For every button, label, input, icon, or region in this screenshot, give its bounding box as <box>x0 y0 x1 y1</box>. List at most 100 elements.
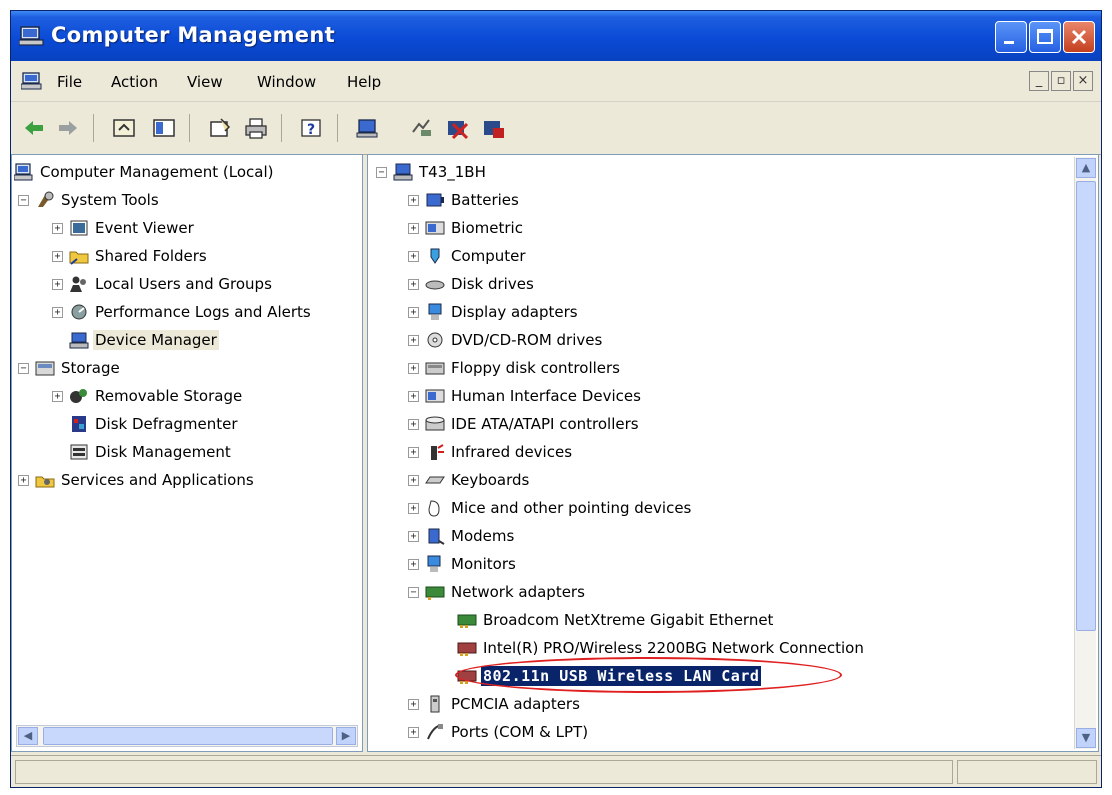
tree-item-computer-management[interactable]: Computer Management (Local) <box>14 159 276 185</box>
expand-toggle[interactable]: + <box>408 250 419 262</box>
scroll-right-arrow-icon[interactable]: ▶ <box>336 727 356 745</box>
scroll-thumb[interactable] <box>43 727 333 745</box>
menu-action[interactable]: Action <box>111 73 158 91</box>
tree-item-shared-folders[interactable]: + Shared Folders <box>52 243 209 269</box>
tree-item-modems[interactable]: + Modems <box>408 523 516 549</box>
minimize-icon <box>1004 41 1014 44</box>
tree-label: Performance Logs and Alerts <box>95 303 311 321</box>
show-hide-tree-icon[interactable] <box>151 116 177 140</box>
tree-item-disk-defragmenter[interactable]: Disk Defragmenter <box>69 411 240 437</box>
tree-item-dvd-cd-rom-drives[interactable]: + DVD/CD-ROM drives <box>408 327 604 353</box>
collapse-toggle[interactable]: − <box>408 586 419 598</box>
properties-icon[interactable] <box>207 116 233 140</box>
expand-toggle[interactable]: + <box>52 390 63 402</box>
scan-hardware-icon[interactable] <box>355 116 381 140</box>
help-icon[interactable]: ? <box>299 116 325 140</box>
tree-item-removable-storage[interactable]: + Removable Storage <box>52 383 244 409</box>
minimize-button[interactable] <box>995 21 1027 53</box>
expand-toggle[interactable]: + <box>408 418 419 430</box>
scroll-thumb[interactable] <box>1076 181 1096 631</box>
expand-toggle[interactable]: + <box>408 306 419 318</box>
tree-item-pcmcia-adapters[interactable]: + PCMCIA adapters <box>408 691 582 717</box>
update-driver-icon[interactable] <box>409 116 435 140</box>
tree-item-computer-root[interactable]: − T43_1BH <box>376 159 488 185</box>
expand-toggle[interactable]: + <box>408 334 419 346</box>
tree-item-display-adapters[interactable]: + Display adapters <box>408 299 580 325</box>
up-icon[interactable] <box>111 116 137 140</box>
back-icon[interactable] <box>21 116 47 140</box>
disable-icon[interactable] <box>481 116 507 140</box>
network-card-icon <box>457 614 477 628</box>
expand-toggle[interactable]: + <box>52 222 63 234</box>
collapse-toggle[interactable]: − <box>376 166 387 178</box>
tree-item-performance-logs[interactable]: + Performance Logs and Alerts <box>52 299 313 325</box>
tree-label: PCMCIA adapters <box>451 695 580 713</box>
expand-toggle[interactable]: + <box>52 306 63 318</box>
users-icon <box>70 276 86 292</box>
tree-item-floppy-disk-controllers[interactable]: + Floppy disk controllers <box>408 355 622 381</box>
tree-item-ide-ata-atapi-controllers[interactable]: + IDE ATA/ATAPI controllers <box>408 411 641 437</box>
tree-item-disk-drives[interactable]: + Disk drives <box>408 271 536 297</box>
expand-toggle[interactable]: + <box>18 474 29 486</box>
system-menu-icon[interactable] <box>21 72 43 90</box>
expand-toggle[interactable]: + <box>408 558 419 570</box>
tree-item-disk-management[interactable]: Disk Management <box>69 439 233 465</box>
mdi-close-button[interactable]: × <box>1073 71 1093 91</box>
collapse-toggle[interactable]: − <box>18 194 29 206</box>
expand-toggle[interactable]: + <box>408 278 419 290</box>
collapse-toggle[interactable]: − <box>18 362 29 374</box>
tree-item-event-viewer[interactable]: + Event Viewer <box>52 215 196 241</box>
expand-toggle[interactable]: + <box>408 726 419 738</box>
maximize-button[interactable] <box>1029 21 1061 53</box>
expand-toggle[interactable]: + <box>52 278 63 290</box>
tree-label: System Tools <box>61 191 159 209</box>
tree-item-broadcom-ethernet[interactable]: Broadcom NetXtreme Gigabit Ethernet <box>457 607 775 633</box>
expand-toggle[interactable]: + <box>408 698 419 710</box>
tree-item-local-users-and-groups[interactable]: + Local Users and Groups <box>52 271 274 297</box>
tree-item-keyboards[interactable]: + Keyboards <box>408 467 531 493</box>
expand-toggle[interactable]: + <box>408 222 419 234</box>
scroll-down-arrow-icon[interactable]: ▼ <box>1076 728 1096 748</box>
expand-toggle[interactable]: + <box>52 250 63 262</box>
tree-item-mice[interactable]: + Mice and other pointing devices <box>408 495 693 521</box>
tree-item-monitors[interactable]: + Monitors <box>408 551 518 577</box>
left-horizontal-scrollbar[interactable]: ◀ ▶ <box>16 725 358 747</box>
title-bar[interactable]: Computer Management <box>11 11 1101 61</box>
tree-item-storage[interactable]: − Storage <box>18 355 122 381</box>
expand-toggle[interactable]: + <box>408 474 419 486</box>
tree-item-intel-wireless[interactable]: Intel(R) PRO/Wireless 2200BG Network Con… <box>457 635 866 661</box>
scroll-up-arrow-icon[interactable]: ▲ <box>1076 158 1096 178</box>
uninstall-icon[interactable] <box>445 116 471 140</box>
tree-item-ports[interactable]: + Ports (COM & LPT) <box>408 719 590 745</box>
tree-item-biometric[interactable]: + Biometric <box>408 215 525 241</box>
tree-item-human-interface-devices[interactable]: + Human Interface Devices <box>408 383 643 409</box>
expand-toggle[interactable]: + <box>408 446 419 458</box>
tree-label: T43_1BH <box>419 163 486 181</box>
tree-item-computer[interactable]: + Computer <box>408 243 528 269</box>
tree-item-services-and-applications[interactable]: + Services and Applications <box>18 467 256 493</box>
tree-item-usb-wireless-lan[interactable]: 802.11n USB Wireless LAN Card <box>457 663 762 689</box>
menu-window[interactable]: Window <box>257 73 316 91</box>
tree-item-infrared-devices[interactable]: + Infrared devices <box>408 439 574 465</box>
menu-file[interactable]: File <box>57 73 82 91</box>
menu-view[interactable]: View <box>187 73 223 91</box>
expand-toggle[interactable]: + <box>408 362 419 374</box>
mdi-minimize-button[interactable]: _ <box>1029 71 1049 91</box>
tree-item-system-tools[interactable]: − System Tools <box>18 187 161 213</box>
tree-item-batteries[interactable]: + Batteries <box>408 187 521 213</box>
close-button[interactable] <box>1063 21 1095 53</box>
forward-icon[interactable] <box>55 116 81 140</box>
tree-label: IDE ATA/ATAPI controllers <box>451 415 639 433</box>
expand-toggle[interactable]: + <box>408 194 419 206</box>
right-vertical-scrollbar[interactable]: ▲ ▼ <box>1074 157 1096 749</box>
expand-toggle[interactable]: + <box>408 502 419 514</box>
expand-toggle[interactable]: + <box>408 530 419 542</box>
tree-item-network-adapters[interactable]: − Network adapters <box>408 579 587 605</box>
mdi-restore-button[interactable]: ▫ <box>1051 71 1071 91</box>
print-icon[interactable] <box>243 116 269 140</box>
tree-item-device-manager[interactable]: Device Manager <box>69 327 219 353</box>
scroll-left-arrow-icon[interactable]: ◀ <box>18 727 38 745</box>
expand-toggle[interactable]: + <box>408 390 419 402</box>
tree-label: Mice and other pointing devices <box>451 499 692 517</box>
menu-help[interactable]: Help <box>347 73 381 91</box>
